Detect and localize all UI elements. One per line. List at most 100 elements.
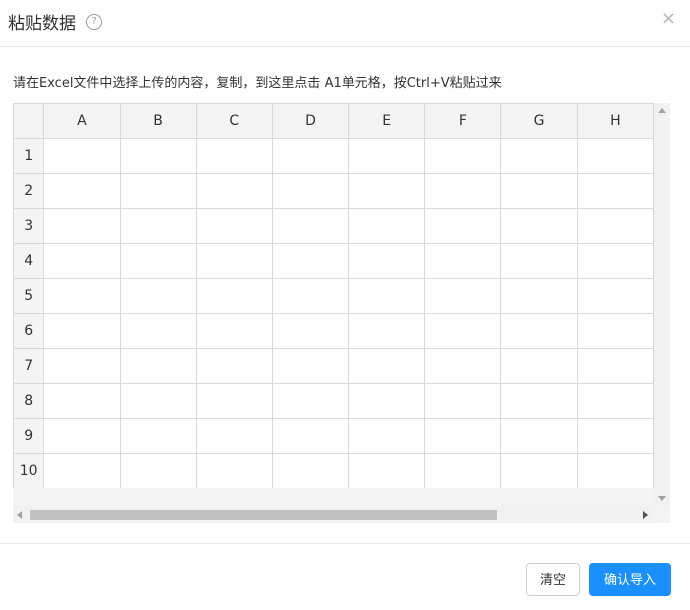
cell-g10[interactable] bbox=[500, 453, 578, 488]
cell-d6[interactable] bbox=[271, 313, 350, 349]
cell-f7[interactable] bbox=[424, 348, 502, 384]
column-header-h[interactable]: H bbox=[576, 103, 654, 139]
column-header-b[interactable]: B bbox=[119, 103, 197, 139]
cell-a5[interactable] bbox=[43, 278, 121, 314]
cell-f9[interactable] bbox=[424, 418, 502, 454]
column-header-g[interactable]: G bbox=[500, 103, 578, 139]
cell-a8[interactable] bbox=[43, 383, 121, 419]
cell-d9[interactable] bbox=[271, 418, 350, 454]
row-header-2[interactable]: 2 bbox=[13, 173, 45, 209]
cell-a7[interactable] bbox=[43, 348, 121, 384]
cell-b1[interactable] bbox=[119, 138, 197, 174]
row-header-1[interactable]: 1 bbox=[13, 138, 45, 174]
row-header-9[interactable]: 9 bbox=[13, 418, 45, 454]
cell-e9[interactable] bbox=[348, 418, 426, 454]
cell-b3[interactable] bbox=[119, 208, 197, 244]
cell-g1[interactable] bbox=[500, 138, 578, 174]
cell-d3[interactable] bbox=[271, 208, 350, 244]
clear-button[interactable]: 清空 bbox=[526, 563, 580, 596]
cell-a6[interactable] bbox=[43, 313, 121, 349]
cell-b10[interactable] bbox=[119, 453, 197, 488]
cell-d4[interactable] bbox=[271, 243, 350, 279]
cell-e10[interactable] bbox=[348, 453, 426, 488]
cell-h4[interactable] bbox=[576, 243, 654, 279]
cell-d5[interactable] bbox=[271, 278, 350, 314]
cell-d7[interactable] bbox=[271, 348, 350, 384]
cell-a1[interactable] bbox=[43, 138, 121, 174]
cell-e7[interactable] bbox=[348, 348, 426, 384]
column-header-f[interactable]: F bbox=[424, 103, 502, 139]
scroll-right-arrow-icon[interactable] bbox=[643, 511, 648, 519]
column-header-c[interactable]: C bbox=[195, 103, 273, 139]
cell-c5[interactable] bbox=[195, 278, 273, 314]
cell-f6[interactable] bbox=[424, 313, 502, 349]
cell-a3[interactable] bbox=[43, 208, 121, 244]
cell-h1[interactable] bbox=[576, 138, 654, 174]
cell-e8[interactable] bbox=[348, 383, 426, 419]
cell-c9[interactable] bbox=[195, 418, 273, 454]
cell-d1[interactable] bbox=[271, 138, 350, 174]
cell-f1[interactable] bbox=[424, 138, 502, 174]
row-header-7[interactable]: 7 bbox=[13, 348, 45, 384]
cell-g2[interactable] bbox=[500, 173, 578, 209]
cell-h8[interactable] bbox=[576, 383, 654, 419]
row-header-3[interactable]: 3 bbox=[13, 208, 45, 244]
cell-a9[interactable] bbox=[43, 418, 121, 454]
cell-c6[interactable] bbox=[195, 313, 273, 349]
cell-g9[interactable] bbox=[500, 418, 578, 454]
cell-g4[interactable] bbox=[500, 243, 578, 279]
cell-b5[interactable] bbox=[119, 278, 197, 314]
cell-h3[interactable] bbox=[576, 208, 654, 244]
corner-cell[interactable] bbox=[13, 103, 45, 139]
row-header-10[interactable]: 10 bbox=[13, 453, 45, 488]
cell-h7[interactable] bbox=[576, 348, 654, 384]
cell-c8[interactable] bbox=[195, 383, 273, 419]
cell-f10[interactable] bbox=[424, 453, 502, 488]
cell-e6[interactable] bbox=[348, 313, 426, 349]
horizontal-scrollbar[interactable] bbox=[13, 506, 654, 523]
scroll-up-arrow-icon[interactable] bbox=[658, 108, 666, 113]
row-header-6[interactable]: 6 bbox=[13, 313, 45, 349]
cell-g6[interactable] bbox=[500, 313, 578, 349]
cell-b6[interactable] bbox=[119, 313, 197, 349]
cell-h2[interactable] bbox=[576, 173, 654, 209]
close-icon[interactable]: × bbox=[661, 8, 676, 29]
cell-b9[interactable] bbox=[119, 418, 197, 454]
cell-a10[interactable] bbox=[43, 453, 121, 488]
cell-e1[interactable] bbox=[348, 138, 426, 174]
cell-e3[interactable] bbox=[348, 208, 426, 244]
cell-e5[interactable] bbox=[348, 278, 426, 314]
cell-b2[interactable] bbox=[119, 173, 197, 209]
cell-e4[interactable] bbox=[348, 243, 426, 279]
cell-d10[interactable] bbox=[271, 453, 350, 488]
vertical-scrollbar[interactable] bbox=[654, 103, 670, 506]
row-header-8[interactable]: 8 bbox=[13, 383, 45, 419]
cell-c3[interactable] bbox=[195, 208, 273, 244]
cell-c4[interactable] bbox=[195, 243, 273, 279]
row-header-4[interactable]: 4 bbox=[13, 243, 45, 279]
cell-f2[interactable] bbox=[424, 173, 502, 209]
cell-f5[interactable] bbox=[424, 278, 502, 314]
column-header-e[interactable]: E bbox=[348, 103, 426, 139]
cell-d2[interactable] bbox=[271, 173, 350, 209]
cell-a2[interactable] bbox=[43, 173, 121, 209]
column-header-a[interactable]: A bbox=[43, 103, 121, 139]
cell-b7[interactable] bbox=[119, 348, 197, 384]
horizontal-scroll-thumb[interactable] bbox=[30, 510, 497, 520]
column-header-d[interactable]: D bbox=[271, 103, 350, 139]
cell-e2[interactable] bbox=[348, 173, 426, 209]
cell-d8[interactable] bbox=[271, 383, 350, 419]
row-header-5[interactable]: 5 bbox=[13, 278, 45, 314]
cell-g5[interactable] bbox=[500, 278, 578, 314]
cell-g7[interactable] bbox=[500, 348, 578, 384]
cell-c7[interactable] bbox=[195, 348, 273, 384]
cell-c2[interactable] bbox=[195, 173, 273, 209]
cell-h5[interactable] bbox=[576, 278, 654, 314]
scroll-down-arrow-icon[interactable] bbox=[658, 496, 666, 501]
cell-c10[interactable] bbox=[195, 453, 273, 488]
scroll-left-arrow-icon[interactable] bbox=[17, 511, 22, 519]
cell-h10[interactable] bbox=[576, 453, 654, 488]
confirm-import-button[interactable]: 确认导入 bbox=[589, 563, 671, 596]
cell-f3[interactable] bbox=[424, 208, 502, 244]
cell-c1[interactable] bbox=[195, 138, 273, 174]
